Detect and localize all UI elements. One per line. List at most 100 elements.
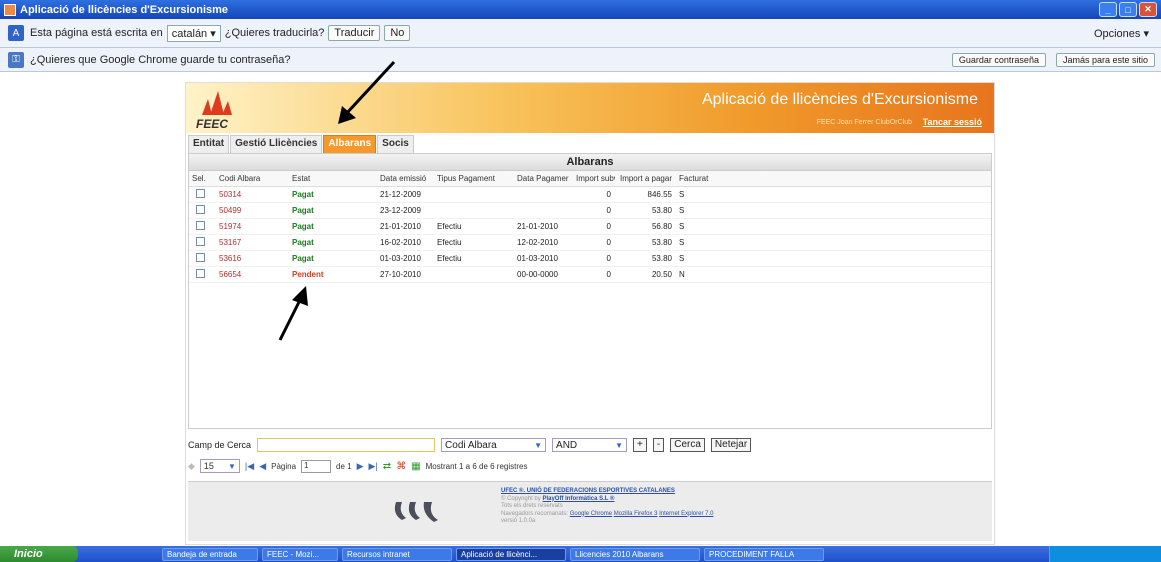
- row-checkbox[interactable]: [189, 253, 216, 264]
- tab-albarans[interactable]: Albarans: [323, 135, 377, 153]
- tab-bar: Entitat Gestió Llicències Albarans Socis: [186, 135, 414, 153]
- cell-data: 16-02-2010: [380, 238, 421, 247]
- tab-socis[interactable]: Socis: [377, 135, 414, 153]
- codi-link[interactable]: 53167: [216, 238, 289, 247]
- footer-credit-link[interactable]: PlayOff Informàtica S.L ®: [542, 496, 614, 502]
- never-save-button[interactable]: Jamás para este sitio: [1055, 52, 1155, 67]
- footer-version: versió 1.0.0a: [501, 518, 536, 524]
- table-row[interactable]: 56654 Pendent 27-10-2010 00-00-0000 0 20…: [189, 267, 991, 283]
- footer-org-link[interactable]: UFEC ®. UNIÓ DE FEDERACIONS ESPORTIVES C…: [501, 488, 675, 494]
- codi-link[interactable]: 53616: [216, 254, 289, 263]
- codi-link[interactable]: 51974: [216, 222, 289, 231]
- codi-link[interactable]: 50314: [216, 190, 289, 199]
- cell-import-subv: 0: [606, 238, 611, 247]
- tab-entitat[interactable]: Entitat: [188, 135, 230, 153]
- table-row[interactable]: 50314 Pagat 21-12-2009 0 846.55 S: [189, 187, 991, 203]
- row-checkbox[interactable]: [189, 221, 216, 232]
- add-criteria-button[interactable]: +: [633, 438, 647, 452]
- translate-button[interactable]: Traducir: [328, 25, 381, 41]
- window-titlebar: Aplicació de llicències d'Excursionisme …: [0, 0, 1161, 19]
- footer-browsers-prefix: Navegadors recomanats:: [501, 510, 569, 517]
- translate-prompt: Esta página está escrita en: [30, 27, 163, 39]
- no-translate-button[interactable]: No: [384, 25, 411, 41]
- window-controls: _ □ ✕: [1099, 2, 1157, 17]
- table-row[interactable]: 53616 Pagat 01-03-2010 Efectiu 01-03-201…: [189, 251, 991, 267]
- cell-data: 27-10-2010: [380, 270, 421, 279]
- row-checkbox[interactable]: [189, 269, 216, 280]
- col-estat[interactable]: Estat: [289, 174, 377, 183]
- cell-tipus: Efectiu: [437, 222, 462, 231]
- row-checkbox[interactable]: [189, 237, 216, 248]
- row-checkbox[interactable]: [189, 189, 216, 200]
- taskbar-item[interactable]: Bandeja de entrada: [162, 547, 258, 561]
- table-row[interactable]: 50499 Pagat 23-12-2009 0 53.80 S: [189, 203, 991, 219]
- language-select[interactable]: catalán ▾: [166, 24, 221, 42]
- tab-gestio-llicencies[interactable]: Gestió Llicències: [230, 135, 323, 153]
- next-page-icon[interactable]: ▶: [357, 461, 364, 472]
- col-codi[interactable]: Codi Albara: [216, 174, 289, 183]
- pager-summary: Mostrant 1 a 6 de 6 registres: [425, 461, 528, 471]
- col-facturat[interactable]: Facturat: [676, 174, 726, 183]
- col-import-pagar[interactable]: Import a pagar: [615, 174, 676, 183]
- taskbar-item[interactable]: FEEC - Mozi...: [262, 547, 338, 561]
- col-data-emissio[interactable]: Data emissió: [377, 174, 434, 183]
- pdf-export-icon[interactable]: ⌘: [396, 461, 406, 472]
- taskbar-item[interactable]: Recursos intranet: [342, 547, 452, 561]
- prev-page-icon[interactable]: ◀: [259, 461, 266, 472]
- search-input[interactable]: [257, 438, 436, 452]
- search-bar: Camp de Cerca Codi Albara ▼ AND ▼ + - Ce…: [188, 436, 992, 454]
- browser-link-firefox[interactable]: Mozilla Firefox 3: [614, 511, 658, 517]
- browser-link-chrome[interactable]: Google Chrome: [570, 511, 612, 517]
- feec-logo-text: FEEC: [196, 117, 229, 131]
- cell-facturat: S: [679, 206, 685, 215]
- annotation-arrow-icon: [338, 60, 396, 124]
- last-page-icon[interactable]: ▶|: [369, 461, 378, 472]
- cell-import-pagar: 53.80: [651, 238, 672, 247]
- system-tray: [1049, 546, 1161, 562]
- remove-criteria-button[interactable]: -: [652, 438, 665, 452]
- search-button[interactable]: Cerca: [670, 438, 705, 452]
- col-import-subv[interactable]: Import subv: [573, 174, 615, 183]
- excel-export-icon[interactable]: ▦: [411, 461, 420, 472]
- pager: ◆ 15 ▼ |◀ ◀ Pàgina 1 de 1 ▶ ▶| ⇄ ⌘ ▦ Mos…: [188, 457, 992, 475]
- clear-button[interactable]: Netejar: [710, 438, 752, 452]
- taskbar-item[interactable]: Llicencies 2010 Albarans: [570, 547, 700, 561]
- cell-import-subv: 0: [606, 254, 611, 263]
- col-tipus-pagament[interactable]: Tipus Pagament: [434, 174, 514, 183]
- search-field-select[interactable]: Codi Albara ▼: [441, 438, 547, 452]
- col-data-pagament[interactable]: Data Pagamer: [514, 174, 573, 183]
- close-icon[interactable]: ✕: [1139, 2, 1157, 17]
- row-checkbox[interactable]: [189, 205, 216, 216]
- save-password-button[interactable]: Guardar contraseña: [951, 52, 1046, 67]
- table-row[interactable]: 53167 Pagat 16-02-2010 Efectiu 12-02-201…: [189, 235, 991, 251]
- translate-bar: A Esta página está escrita en catalán ▾ …: [0, 19, 1161, 48]
- reload-icon[interactable]: ⇄: [383, 461, 391, 472]
- browser-link-ie[interactable]: Internet Explorer 7.0: [659, 511, 713, 517]
- page-size-select[interactable]: 15 ▼: [199, 459, 240, 473]
- codi-link[interactable]: 56654: [216, 270, 289, 279]
- status-badge: Pendent: [292, 270, 324, 279]
- chevron-down-icon: ▼: [534, 440, 543, 450]
- cell-facturat: S: [679, 222, 685, 231]
- options-menu[interactable]: Opciones ▾: [1094, 27, 1149, 40]
- logout-link[interactable]: Tancar sessió: [923, 117, 982, 127]
- codi-link[interactable]: 50499: [216, 206, 289, 215]
- footer-rights: Tots els drets reservats: [501, 503, 563, 509]
- cell-tipus: Efectiu: [437, 238, 462, 247]
- status-badge: Pagat: [292, 238, 314, 247]
- first-page-icon[interactable]: |◀: [245, 461, 254, 472]
- minimize-icon[interactable]: _: [1099, 2, 1117, 17]
- cell-data-pagament: 00-00-0000: [517, 270, 558, 279]
- maximize-icon[interactable]: □: [1119, 2, 1137, 17]
- translate-question: ¿Quieres traducirla?: [224, 27, 325, 39]
- refresh-icon[interactable]: ◆: [188, 461, 195, 472]
- search-operator-select[interactable]: AND ▼: [552, 438, 628, 452]
- col-sel[interactable]: Sel.: [189, 174, 216, 183]
- page-of-label: de 1: [336, 461, 352, 471]
- taskbar-item[interactable]: PROCEDIMENT FALLA: [704, 547, 824, 561]
- taskbar-item[interactable]: Aplicació de llicènci...: [456, 547, 566, 561]
- cell-import-subv: 0: [606, 222, 611, 231]
- page-input[interactable]: 1: [301, 459, 332, 473]
- table-row[interactable]: 51974 Pagat 21-01-2010 Efectiu 21-01-201…: [189, 219, 991, 235]
- start-button[interactable]: Inicio: [0, 546, 78, 562]
